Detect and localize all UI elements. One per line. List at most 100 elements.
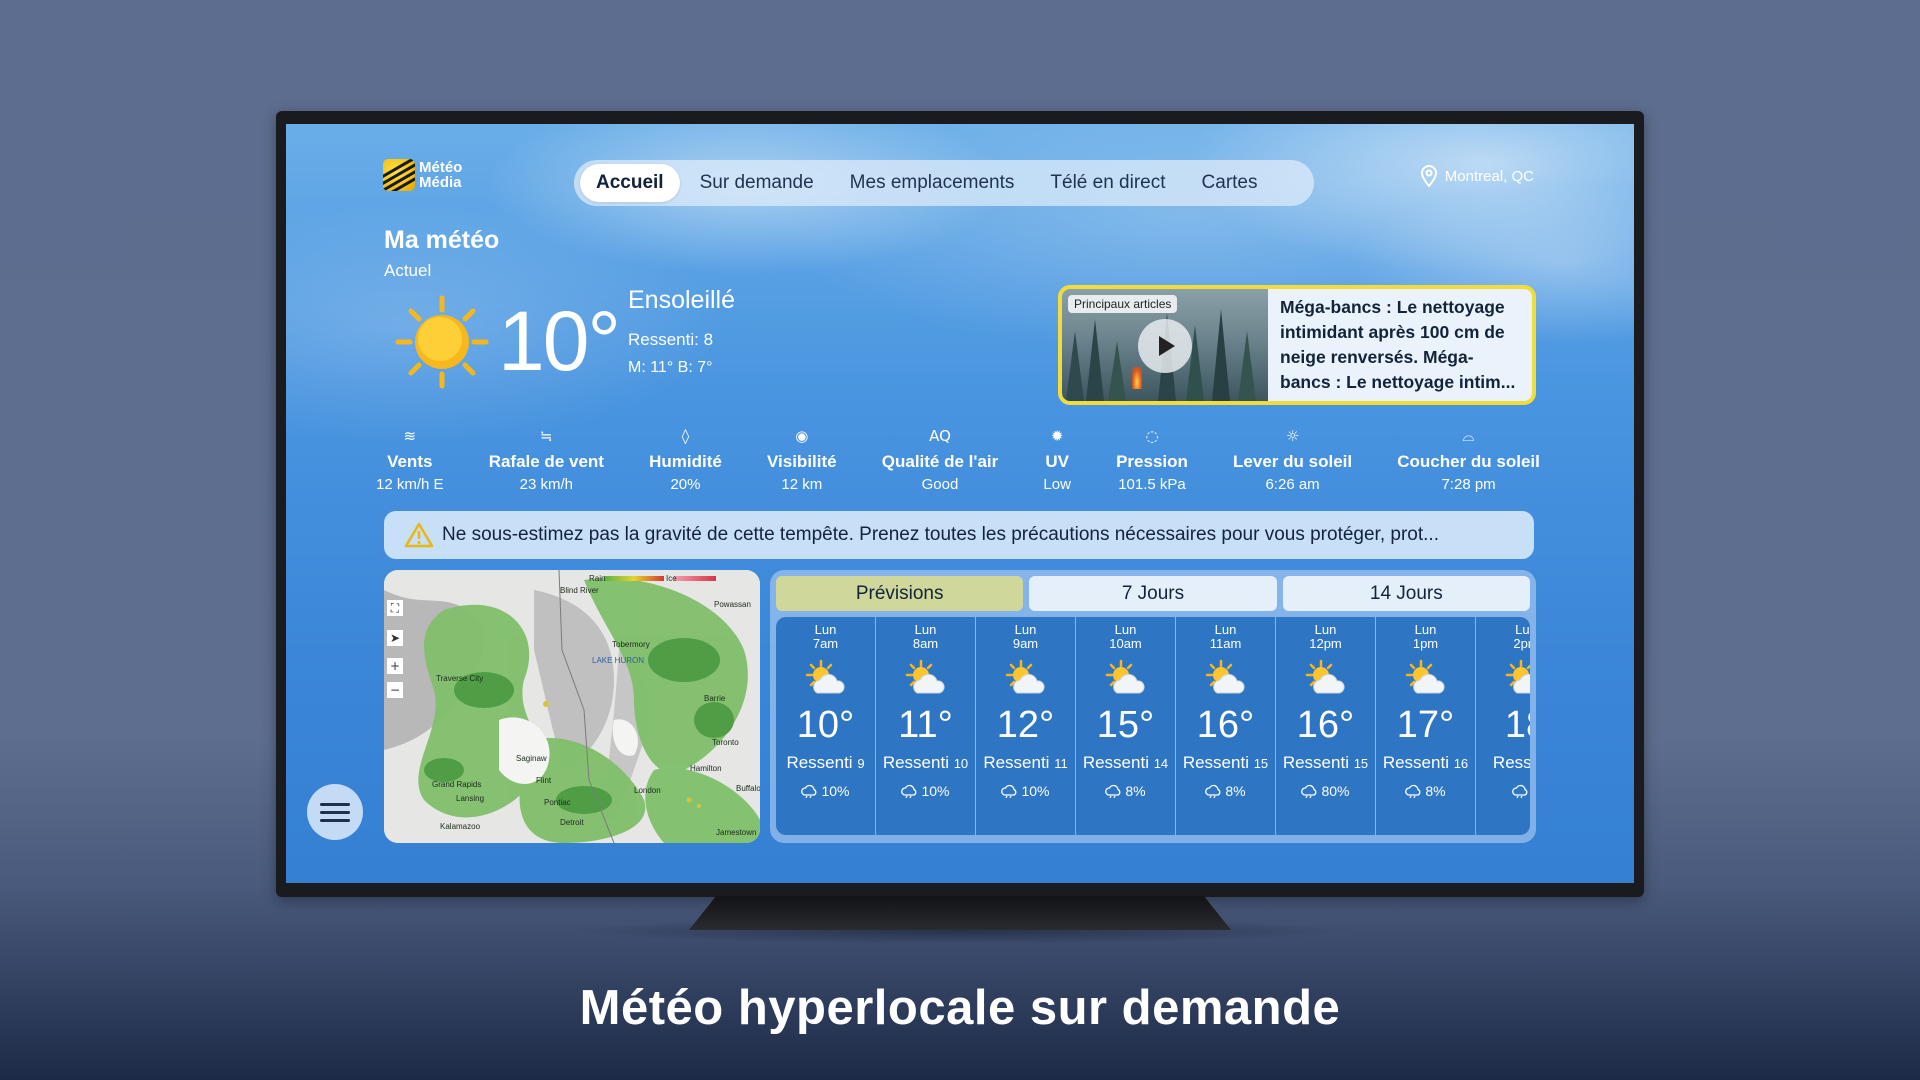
feels-label: Ressenti bbox=[1282, 753, 1349, 772]
locate-icon[interactable]: ➤ bbox=[387, 630, 403, 646]
fullscreen-icon[interactable]: ⛶ bbox=[387, 600, 403, 616]
nav-item-0[interactable]: Accueil bbox=[580, 164, 680, 202]
hour-column[interactable]: Lun 11am 16° Ressenti 15 8% bbox=[1176, 617, 1276, 835]
stat-value: Low bbox=[1043, 476, 1071, 493]
radar-map[interactable]: Rain Ice ⛶ ➤ + − Blind River Powassan To… bbox=[384, 570, 760, 843]
partly-sunny-icon bbox=[805, 659, 845, 694]
precipitation-icon bbox=[1512, 784, 1528, 798]
forecast-tab-2[interactable]: 14 Jours bbox=[1282, 576, 1530, 611]
stat-value: 12 km bbox=[781, 476, 823, 493]
stat-value: 12 km/h E bbox=[376, 476, 444, 493]
hamburger-icon bbox=[320, 802, 350, 806]
alert-text: Ne sous-estimez pas la gravité de cette … bbox=[442, 524, 1439, 545]
hour-column[interactable]: Lun 9am 12° Ressenti 11 10% bbox=[976, 617, 1076, 835]
hour-precipitation: 8 bbox=[1512, 783, 1530, 799]
hour-feels-like: Ressenti 15 bbox=[1183, 753, 1268, 773]
uv-icon: ✹ bbox=[1050, 427, 1064, 445]
news-thumbnail: Principaux articles bbox=[1062, 289, 1268, 401]
precipitation-icon bbox=[1105, 784, 1121, 798]
hour-column[interactable]: Lun 8am 11° Ressenti 10 10% bbox=[876, 617, 976, 835]
hour-column[interactable]: Lun2pm 18 Ressenti 8 bbox=[1476, 617, 1530, 835]
fire-glow bbox=[1132, 367, 1142, 389]
stat-gust: ≒ Rafale de vent 23 km/h bbox=[489, 426, 604, 493]
hour-feels-like: Ressenti 10 bbox=[883, 753, 968, 773]
hour-day: Lun bbox=[914, 622, 937, 637]
forecast-tabs: Prévisions 7 Jours 14 Jours bbox=[776, 576, 1530, 611]
app-logo[interactable]: Météo Média bbox=[383, 159, 462, 191]
precip-value: 8% bbox=[1125, 783, 1146, 799]
map-place: Lansing bbox=[456, 794, 485, 803]
map-place: Flint bbox=[536, 776, 552, 785]
gust-icon: ≒ bbox=[540, 427, 553, 445]
precipitation-icon bbox=[1405, 784, 1421, 798]
feels-value: 16 bbox=[1453, 756, 1469, 771]
hour-day: Lun bbox=[1214, 622, 1237, 637]
stat-label: Pression bbox=[1116, 452, 1188, 471]
precip-value: 10% bbox=[921, 783, 950, 799]
stat-value: 7:28 pm bbox=[1441, 476, 1496, 493]
news-badge: Principaux articles bbox=[1068, 295, 1178, 313]
tv-stand bbox=[689, 896, 1231, 930]
weather-alert-banner[interactable]: Ne sous-estimez pas la gravité de cette … bbox=[384, 511, 1534, 559]
play-icon[interactable] bbox=[1138, 319, 1192, 373]
hour-time: 7am bbox=[812, 636, 839, 651]
map-place: Grand Rapids bbox=[432, 780, 482, 789]
hour-temperature: 17° bbox=[1396, 704, 1455, 746]
wind-icon: ≋ bbox=[403, 427, 417, 445]
precipitation-icon bbox=[801, 784, 817, 798]
map-place: London bbox=[634, 786, 661, 795]
feels-label: Ressenti bbox=[786, 753, 853, 772]
zoom-out-button[interactable]: − bbox=[387, 682, 403, 698]
hour-precipitation: 10% bbox=[901, 783, 950, 799]
hour-time: 2pm bbox=[1513, 636, 1530, 651]
current-high-low: M: 11° B: 7° bbox=[628, 359, 713, 376]
precip-value: 10% bbox=[821, 783, 850, 799]
hour-precipitation: 10% bbox=[801, 783, 850, 799]
hour-time: 9am bbox=[1012, 636, 1039, 651]
forecast-tab-0[interactable]: Prévisions bbox=[776, 576, 1024, 611]
nav-item-4[interactable]: Cartes bbox=[1186, 164, 1274, 202]
precip-value: 8% bbox=[1225, 783, 1246, 799]
hour-time: 8am bbox=[912, 636, 939, 651]
partly-sunny-icon bbox=[1005, 659, 1045, 694]
location-pin-icon bbox=[1420, 164, 1437, 188]
map-place: Saginaw bbox=[516, 754, 547, 763]
partly-sunny-icon bbox=[1105, 659, 1145, 694]
warning-icon bbox=[404, 522, 434, 548]
hour-day: Lun bbox=[1014, 622, 1037, 637]
precipitation-icon bbox=[1301, 784, 1317, 798]
map-place: LAKE HURON bbox=[592, 656, 645, 665]
nav-item-2[interactable]: Mes emplacements bbox=[834, 164, 1031, 202]
hour-column[interactable]: Lun 12pm 16° Ressenti 15 80% bbox=[1276, 617, 1376, 835]
precipitation-icon bbox=[901, 784, 917, 798]
stat-label: Qualité de l'air bbox=[881, 452, 999, 471]
feels-label: Ressenti bbox=[1382, 753, 1449, 772]
stat-label: Vents bbox=[387, 452, 433, 471]
feels-label: Ressenti bbox=[882, 753, 949, 772]
top-story-card[interactable]: Principaux articles Méga-bancs : Le nett… bbox=[1058, 285, 1536, 405]
nav-item-3[interactable]: Télé en direct bbox=[1034, 164, 1181, 202]
partly-sunny-icon bbox=[1205, 659, 1245, 694]
hour-column[interactable]: Lun 10am 15° Ressenti 14 8% bbox=[1076, 617, 1176, 835]
location-label: Montreal, QC bbox=[1444, 167, 1534, 185]
hour-day: Lun bbox=[1314, 622, 1337, 637]
hour-time: 1pm bbox=[1412, 636, 1439, 651]
hour-column[interactable]: Lun 1pm 17° Ressenti 16 8% bbox=[1376, 617, 1476, 835]
zoom-in-button[interactable]: + bbox=[387, 658, 403, 674]
location-selector[interactable]: Montreal, QC bbox=[1419, 164, 1534, 188]
hourly-forecast[interactable]: Lun 7am 10° Ressenti 9 10% Lun 8am 11° Ressenti … bbox=[776, 617, 1530, 835]
partly-sunny-icon bbox=[1405, 659, 1445, 694]
precipitation-icon bbox=[1001, 784, 1017, 798]
feels-value: 10 bbox=[953, 756, 969, 771]
map-place: Buffalo bbox=[736, 784, 760, 793]
stat-pressure: ◌ Pression 101.5 kPa bbox=[1116, 426, 1188, 493]
current-condition: Ensoleillé bbox=[628, 286, 736, 314]
hour-precipitation: 8% bbox=[1205, 783, 1246, 799]
stat-eye: ◉ Visibilité 12 km bbox=[767, 426, 837, 493]
forecast-tab-1[interactable]: 7 Jours bbox=[1029, 576, 1277, 611]
hour-column[interactable]: Lun 7am 10° Ressenti 9 10% bbox=[776, 617, 876, 835]
stat-sunset: ⌓ Coucher du soleil 7:28 pm bbox=[1397, 426, 1540, 493]
feels-label: Ressenti bbox=[983, 753, 1050, 772]
nav-item-1[interactable]: Sur demande bbox=[684, 164, 830, 202]
menu-button[interactable] bbox=[307, 784, 363, 840]
